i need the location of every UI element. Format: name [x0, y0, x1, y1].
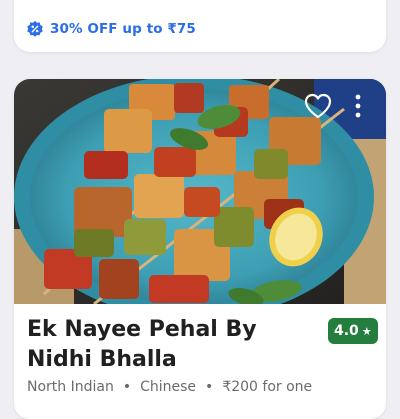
offer-card[interactable]: 30% OFF up to ₹75	[14, 0, 386, 52]
cuisine-tag: Chinese	[140, 379, 197, 395]
cuisine-tag: North Indian	[27, 379, 114, 395]
more-vertical-icon[interactable]	[350, 93, 366, 119]
rating-value: 4.0	[334, 323, 359, 339]
restaurant-name[interactable]: Ek Nayee Pehal By Nidhi Bhalla	[27, 315, 317, 375]
star-icon: ★	[361, 324, 372, 338]
separator-dot: •	[205, 379, 214, 395]
price-for-one: ₹200 for one	[222, 379, 313, 395]
separator-dot: •	[122, 379, 132, 395]
offer-text: 30% OFF up to ₹75	[50, 21, 196, 37]
heart-icon[interactable]	[303, 91, 333, 121]
restaurant-meta: North Indian • Chinese • ₹200 for one	[27, 379, 312, 395]
discount-badge-icon	[27, 20, 43, 37]
restaurant-card[interactable]: Ek Nayee Pehal By Nidhi Bhalla 4.0 ★ Nor…	[14, 79, 386, 419]
offer-row: 30% OFF up to ₹75	[26, 20, 196, 38]
rating-badge: 4.0 ★	[328, 318, 378, 344]
